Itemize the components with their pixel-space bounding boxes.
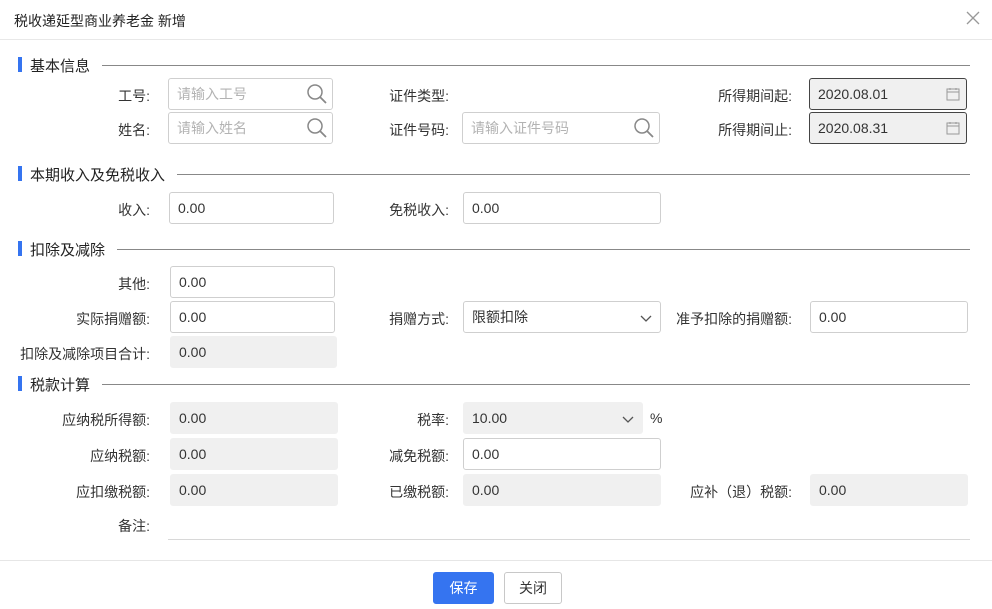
period-end-value: 2020.08.31	[818, 120, 889, 136]
refund-field: 0.00	[810, 474, 968, 506]
tax-rate-label: 税率:	[417, 412, 449, 428]
exempt-income-input[interactable]: 0.00	[463, 192, 661, 224]
section-title: 税款计算	[30, 374, 103, 395]
period-end-label: 所得期间止:	[718, 122, 792, 138]
save-button[interactable]: 保存	[433, 572, 494, 604]
other-label: 其他:	[118, 276, 150, 292]
remark-label: 备注:	[118, 518, 150, 534]
section-title: 本期收入及免税收入	[30, 164, 178, 185]
tax-relief-input[interactable]: 0.00	[463, 438, 661, 470]
section-divider	[30, 249, 970, 250]
calendar-icon[interactable]	[946, 87, 960, 101]
period-start-label: 所得期间起:	[718, 88, 792, 104]
section-title: 基本信息	[30, 55, 103, 76]
allowed-donation-input[interactable]: 0.00	[810, 301, 968, 333]
section-divider	[30, 384, 970, 385]
section-basic: 基本信息	[18, 55, 970, 76]
dialog-footer	[0, 560, 992, 609]
deduction-total-label: 扣除及减除项目合计:	[20, 346, 150, 362]
exempt-income-label: 免税收入:	[389, 202, 449, 218]
tax-rate-select[interactable]: 10.00	[463, 402, 643, 434]
section-marker	[18, 57, 22, 72]
dialog-header: 税收递延型商业养老金 新增	[0, 0, 992, 40]
period-start-value: 2020.08.01	[818, 86, 889, 102]
period-start-field[interactable]: 2020.08.01	[809, 78, 967, 110]
period-end-field[interactable]: 2020.08.31	[809, 112, 967, 144]
section-deduction: 扣除及减除	[18, 239, 970, 260]
dialog-title: 税收递延型商业养老金 新增	[14, 13, 186, 29]
section-income: 本期收入及免税收入	[18, 164, 970, 185]
section-title: 扣除及减除	[30, 239, 118, 260]
section-marker	[18, 166, 22, 181]
section-marker	[18, 241, 22, 256]
remark-underline	[168, 539, 970, 540]
refund-label: 应补（退）税额:	[690, 484, 792, 500]
deduction-total-field: 0.00	[170, 336, 337, 368]
allowed-donation-label: 准予扣除的捐赠额:	[676, 311, 792, 327]
tax-rate-unit: %	[650, 410, 663, 426]
section-divider	[30, 65, 970, 66]
chevron-down-icon	[622, 416, 634, 423]
section-marker	[18, 376, 22, 391]
close-icon[interactable]	[962, 7, 984, 29]
other-input[interactable]: 0.00	[170, 266, 335, 298]
tax-relief-label: 减免税额:	[389, 448, 449, 464]
section-tax: 税款计算	[18, 374, 970, 395]
close-button[interactable]: 关闭	[504, 572, 562, 604]
calendar-icon[interactable]	[946, 121, 960, 135]
tax-rate-value: 10.00	[472, 410, 508, 426]
